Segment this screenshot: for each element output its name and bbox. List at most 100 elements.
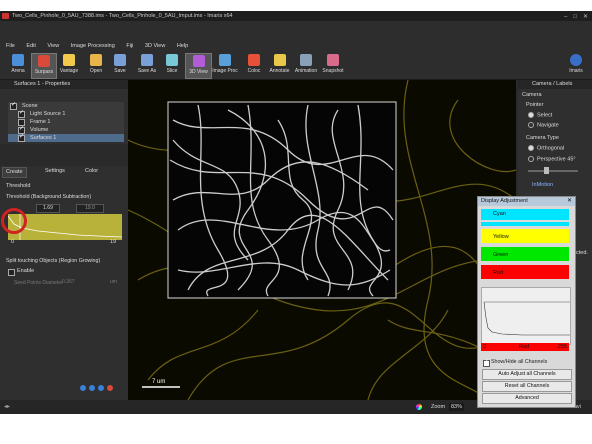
main-toolbar: Arena Surpass Vantage Open Save Save As …	[0, 51, 592, 80]
range-bar[interactable]: 0 Red 255	[481, 343, 569, 351]
camera-labels-header: Camera / Labels	[518, 80, 592, 89]
object-tree-spacer	[0, 144, 128, 166]
split-label: Split touching Objects (Region Growing)	[6, 258, 101, 264]
radio[interactable]	[528, 122, 534, 128]
open-button[interactable]: Open	[84, 53, 108, 77]
save-as-button[interactable]: Save As	[133, 53, 161, 77]
scene-tree: Scene Light Source 1 Frame 1 Volume Surf…	[8, 101, 124, 142]
tree-item-light-source[interactable]: Light Source 1	[8, 109, 124, 118]
tree-item-frame[interactable]: Frame 1	[8, 118, 124, 126]
threshold-value-field[interactable]: 1.69	[36, 204, 60, 213]
vantage-icon	[63, 54, 75, 66]
channel-cyan-bar	[481, 222, 569, 226]
advanced-button[interactable]: Advanced	[482, 393, 572, 404]
coloc-button[interactable]: Coloc	[242, 53, 266, 77]
checkbox[interactable]	[483, 358, 490, 367]
orthogonal-radio[interactable]: Orthogonal	[528, 145, 564, 151]
tab-color[interactable]: Color	[82, 167, 101, 176]
channel-green[interactable]: Green	[481, 247, 569, 261]
tab-settings[interactable]: Settings	[42, 167, 68, 176]
perspective-radio[interactable]: Perspective 45°	[528, 156, 576, 162]
tree-toolbar	[3, 93, 123, 99]
imaris-logo: Imaris	[563, 53, 589, 77]
tab-create[interactable]: Create	[2, 167, 27, 178]
zoom-label: Zoom	[431, 404, 446, 410]
wizard-nav	[80, 385, 113, 391]
navigate-radio[interactable]: Navigate	[528, 122, 559, 128]
threshold-label: Threshold	[6, 183, 31, 189]
cancel-icon[interactable]	[107, 385, 113, 391]
slider-handle[interactable]	[544, 167, 549, 174]
threshold-handle-highlight[interactable]	[1, 208, 27, 234]
tree-item-scene[interactable]: Scene	[8, 101, 124, 110]
range-channel: Red	[519, 344, 530, 350]
checkbox[interactable]	[18, 133, 25, 142]
image-proc-button[interactable]: Image Proc	[211, 53, 239, 77]
slice-button[interactable]: Slice	[160, 53, 184, 77]
menu-file[interactable]: File	[6, 43, 15, 49]
imaris-logo-icon	[570, 54, 582, 66]
channel-histogram[interactable]	[481, 287, 571, 345]
snapshot-button[interactable]: Snapshot	[319, 53, 347, 77]
threshold-max-field[interactable]: 19.0	[76, 204, 104, 213]
color-wheel-icon[interactable]	[416, 404, 422, 410]
3d-viewport[interactable]: 7 um	[128, 80, 516, 400]
arena-button[interactable]: Arena	[6, 53, 30, 77]
quick-access-bar	[0, 21, 592, 42]
radio[interactable]	[528, 145, 534, 151]
zoom-select[interactable]: 83%	[449, 403, 465, 411]
checkbox[interactable]	[10, 101, 17, 110]
prev-step-icon[interactable]	[89, 385, 95, 391]
seed-unit: um	[110, 279, 117, 285]
radio[interactable]	[528, 112, 534, 118]
slice-icon	[166, 54, 178, 66]
select-radio[interactable]: Select	[528, 112, 552, 118]
channel-red[interactable]: Red	[481, 265, 569, 279]
first-step-icon[interactable]	[80, 385, 86, 391]
reset-all-button[interactable]: Reset all Channels	[482, 381, 572, 392]
menu-edit[interactable]: Edit	[26, 43, 35, 49]
annotate-button[interactable]: Annotate	[266, 53, 293, 77]
radio[interactable]	[528, 156, 534, 162]
channel-yellow[interactable]: Yellow	[481, 229, 569, 243]
window-title: Two_Cells_Pinhole_0_5AU_7388.ims - Two_C…	[12, 13, 233, 19]
title-bar: Two_Cells_Pinhole_0_5AU_7388.ims - Two_C…	[0, 11, 592, 21]
checkbox[interactable]	[8, 269, 15, 276]
menu-3d-view[interactable]: 3D View	[145, 43, 165, 49]
save-icon	[114, 54, 126, 66]
left-panel: Surfaces 1 - Properties Scene Light Sour…	[0, 80, 129, 400]
tree-item-surfaces[interactable]: Surfaces 1	[8, 133, 124, 142]
show-hide-checkbox[interactable]: Show/Hide all Channels	[483, 358, 547, 367]
range-max: 255	[557, 344, 567, 350]
close-icon[interactable]: ✕	[567, 197, 572, 206]
menu-view[interactable]: View	[47, 43, 59, 49]
save-button[interactable]: Save	[108, 53, 132, 77]
arena-icon	[12, 54, 24, 66]
properties-header: Surfaces 1 - Properties	[0, 80, 128, 89]
surpass-icon	[38, 55, 50, 67]
animation-button[interactable]: Animation	[292, 53, 320, 77]
range-min: 0	[483, 344, 487, 350]
next-step-icon[interactable]	[98, 385, 104, 391]
inmotion-label[interactable]: InMotion	[532, 182, 553, 188]
menu-help[interactable]: Help	[177, 43, 188, 49]
3d-view-button[interactable]: 3D View	[185, 53, 212, 79]
channel-cyan[interactable]: Cyan	[481, 209, 569, 220]
tree-item-volume[interactable]: Volume	[8, 125, 124, 134]
checkbox[interactable]	[18, 109, 25, 118]
microscopy-render	[128, 80, 516, 400]
surpass-button[interactable]: Surpass	[31, 53, 57, 79]
camera-icon	[327, 54, 339, 66]
right-panel-partial-text: cted.	[576, 250, 588, 256]
menu-fiji[interactable]: Fiji	[126, 43, 133, 49]
vantage-button[interactable]: Vantage	[57, 53, 81, 77]
annotate-icon	[273, 54, 286, 66]
camera-label: Camera	[522, 92, 542, 98]
threshold-sub-label: Threshold (Background Subtraction)	[6, 194, 92, 200]
menu-image-processing[interactable]: Image Processing	[71, 43, 115, 49]
enable-checkbox[interactable]: Enable	[8, 268, 34, 276]
perspective-slider[interactable]	[528, 167, 578, 174]
seed-label: Seed Points Diameter	[14, 280, 63, 286]
histogram-min-label: 0	[11, 239, 15, 245]
auto-adjust-button[interactable]: Auto Adjust all Channels	[482, 369, 572, 380]
